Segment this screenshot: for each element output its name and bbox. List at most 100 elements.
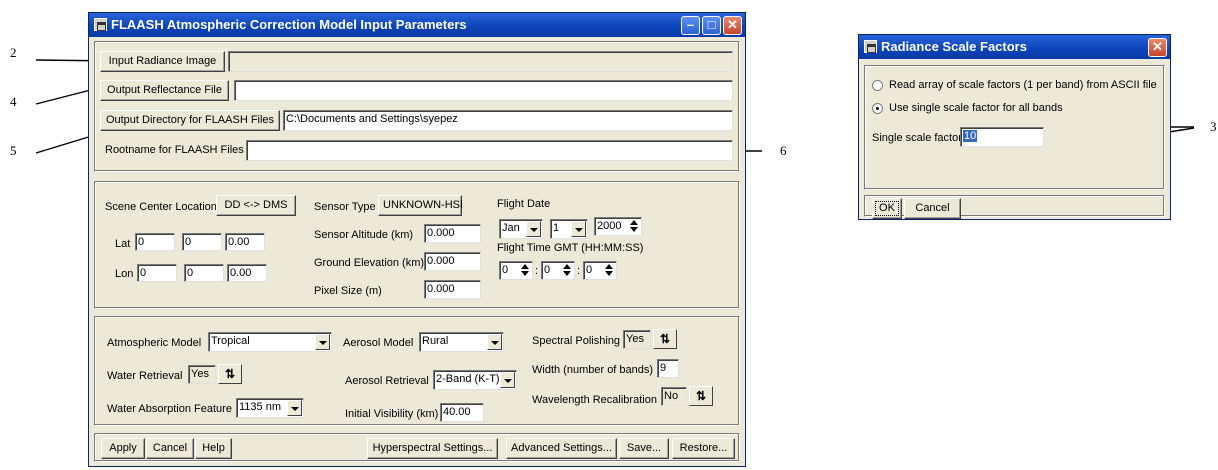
time-colon: :: [577, 265, 581, 277]
month-value: Jan: [502, 222, 520, 234]
spectral-polishing-value: Yes: [623, 330, 651, 349]
radiance-scale-dialog: Radiance Scale Factors ✕ Read array of s…: [858, 34, 1171, 220]
restore-button[interactable]: Restore...: [672, 438, 735, 459]
water-absorption-label: Water Absorption Feature: [107, 403, 232, 415]
sensor-altitude-field[interactable]: 0.000: [424, 224, 481, 243]
single-scale-field[interactable]: 10: [960, 127, 1044, 147]
wavelength-recal-toggle-icon[interactable]: ⇅: [689, 386, 713, 406]
water-retrieval-toggle-icon[interactable]: ⇅: [218, 364, 242, 384]
rootname-label: Rootname for FLAASH Files: [105, 144, 244, 156]
pixel-size-field[interactable]: 0.000: [424, 280, 481, 299]
water-retrieval-label: Water Retrieval: [107, 370, 183, 382]
sensor-altitude-label: Sensor Altitude (km): [314, 229, 414, 241]
flight-date-label: Flight Date: [497, 198, 551, 210]
ok-button[interactable]: OK: [872, 198, 902, 219]
lon-label: Lon: [115, 268, 134, 280]
output-reflectance-field[interactable]: [234, 80, 733, 101]
radio-ascii-label: Read array of scale factors (1 per band)…: [889, 79, 1157, 91]
month-dropdown[interactable]: Jan: [499, 219, 543, 239]
sensor-type-label: Sensor Type: [314, 201, 376, 213]
close-icon[interactable]: ✕: [1148, 38, 1167, 57]
atmospheric-model-value: Tropical: [211, 335, 250, 347]
aerosol-retrieval-dropdown[interactable]: 2-Band (K-T): [433, 370, 517, 390]
hour-spinner[interactable]: 0: [499, 261, 533, 280]
second-value: 0: [586, 264, 593, 276]
chevron-down-icon[interactable]: [487, 334, 502, 350]
initial-visibility-field[interactable]: 40.00: [440, 403, 484, 422]
input-radiance-field[interactable]: [228, 51, 733, 72]
close-icon[interactable]: ✕: [723, 16, 742, 35]
chevron-down-icon[interactable]: [287, 400, 302, 416]
ground-elevation-label: Ground Elevation (km): [314, 257, 425, 269]
help-button[interactable]: Help: [195, 438, 232, 459]
spin-arrows-icon[interactable]: [520, 264, 530, 277]
spectral-polishing-toggle-icon[interactable]: ⇅: [653, 329, 677, 349]
app-icon: [864, 40, 877, 53]
dd-dms-button[interactable]: DD <-> DMS: [216, 195, 296, 216]
flight-time-label: Flight Time GMT (HH:MM:SS): [497, 242, 644, 254]
lat-min-field[interactable]: 0: [182, 233, 222, 251]
spectral-polishing-label: Spectral Polishing: [532, 335, 621, 347]
sensor-type-button[interactable]: UNKNOWN-HSI: [378, 195, 463, 216]
apply-button[interactable]: Apply: [101, 438, 145, 459]
lat-deg-field[interactable]: 0: [135, 233, 175, 251]
initial-visibility-label: Initial Visibility (km): [345, 408, 439, 420]
lat-sec-field[interactable]: 0.00: [225, 233, 265, 251]
second-spinner[interactable]: 0: [583, 261, 617, 280]
window-title: FLAASH Atmospheric Correction Model Inpu…: [111, 17, 467, 32]
aerosol-retrieval-label: Aerosol Retrieval: [345, 375, 429, 387]
advanced-settings-button[interactable]: Advanced Settings...: [506, 438, 617, 459]
hour-value: 0: [502, 264, 509, 276]
chevron-down-icon[interactable]: [500, 372, 515, 388]
output-directory-field[interactable]: C:\Documents and Settings\syepez: [283, 110, 733, 131]
aerosol-model-value: Rural: [422, 335, 449, 347]
minimize-icon[interactable]: –: [681, 16, 700, 35]
radio-single-label: Use single scale factor for all bands: [889, 102, 1063, 114]
time-colon: :: [535, 265, 539, 277]
maximize-icon[interactable]: □: [702, 16, 721, 35]
chevron-down-icon[interactable]: [526, 221, 541, 237]
lon-sec-field[interactable]: 0.00: [227, 264, 267, 282]
dialog-title-bar: Radiance Scale Factors ✕: [859, 35, 1170, 59]
chevron-down-icon[interactable]: [315, 334, 330, 350]
output-reflectance-button[interactable]: Output Reflectance File: [100, 80, 229, 101]
output-directory-button[interactable]: Output Directory for FLAASH Files: [100, 110, 280, 131]
ground-elevation-field[interactable]: 0.000: [424, 252, 481, 271]
hyperspectral-settings-button[interactable]: Hyperspectral Settings...: [367, 438, 498, 459]
title-bar: FLAASH Atmospheric Correction Model Inpu…: [89, 13, 745, 37]
lat-label: Lat: [115, 238, 131, 250]
dialog-cancel-button[interactable]: Cancel: [904, 198, 961, 219]
minute-value: 0: [544, 264, 551, 276]
spin-arrows-icon[interactable]: [562, 264, 572, 277]
spin-arrows-icon[interactable]: [629, 220, 639, 233]
pixel-size-label: Pixel Size (m): [314, 285, 382, 297]
spin-arrows-icon[interactable]: [604, 264, 614, 277]
flaash-window: FLAASH Atmospheric Correction Model Inpu…: [88, 12, 746, 467]
year-spinner[interactable]: 2000: [594, 217, 642, 236]
input-radiance-button[interactable]: Input Radiance Image: [100, 51, 225, 72]
cancel-button[interactable]: Cancel: [146, 438, 194, 459]
save-button[interactable]: Save...: [619, 438, 669, 459]
day-dropdown[interactable]: 1: [550, 219, 588, 239]
single-scale-label: Single scale factor: [872, 132, 962, 144]
radio-ascii-file[interactable]: [872, 80, 883, 91]
year-value: 2000: [597, 220, 622, 232]
minute-spinner[interactable]: 0: [541, 261, 575, 280]
rootname-field[interactable]: [246, 140, 733, 161]
wavelength-recal-value: No: [661, 387, 687, 406]
radio-single-factor[interactable]: [872, 103, 883, 114]
wavelength-recal-label: Wavelength Recalibration: [532, 394, 657, 406]
lon-deg-field[interactable]: 0: [137, 264, 177, 282]
app-icon: [94, 18, 107, 31]
width-label: Width (number of bands): [532, 364, 654, 376]
water-retrieval-value: Yes: [188, 365, 216, 384]
chevron-down-icon[interactable]: [571, 221, 586, 237]
width-field[interactable]: 9: [657, 359, 679, 378]
aerosol-model-dropdown[interactable]: Rural: [419, 332, 504, 352]
water-absorption-value: 1135 nm: [239, 401, 281, 413]
water-absorption-dropdown[interactable]: 1135 nm: [236, 398, 304, 418]
atmospheric-model-dropdown[interactable]: Tropical: [208, 332, 332, 352]
aerosol-retrieval-value: 2-Band (K-T): [436, 373, 500, 385]
single-scale-value: 10: [963, 130, 978, 142]
lon-min-field[interactable]: 0: [184, 264, 224, 282]
